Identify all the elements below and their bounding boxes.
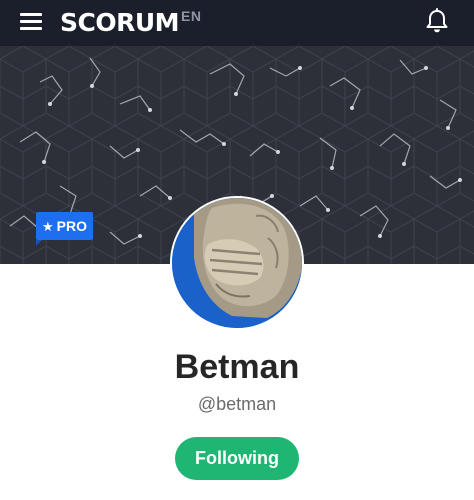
pro-badge-ribbon-fold (36, 240, 42, 246)
bell-icon[interactable] (425, 8, 449, 34)
scorum-logo[interactable]: SCORUM (60, 8, 180, 38)
pro-badge: ★ PRO (36, 212, 93, 240)
pro-badge-label: PRO (56, 218, 87, 234)
profile-username: @betman (197, 394, 277, 414)
hamburger-menu-icon[interactable] (20, 13, 44, 33)
facepalm-statue-avatar-image (172, 198, 302, 328)
star-icon: ★ (42, 219, 54, 234)
avatar[interactable] (170, 196, 304, 330)
language-selector[interactable]: EN (181, 8, 201, 24)
top-navigation-bar: SCORUM EN (0, 0, 474, 46)
profile-display-name: Betman (174, 348, 300, 386)
following-button[interactable]: Following (175, 437, 299, 480)
